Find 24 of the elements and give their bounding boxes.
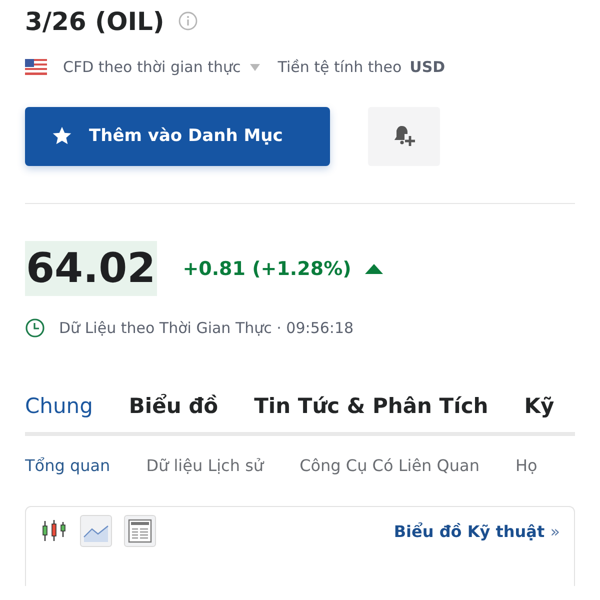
subtab[interactable]: Dữ liệu Lịch sử bbox=[146, 450, 264, 481]
clock-icon bbox=[25, 318, 45, 338]
star-icon bbox=[51, 125, 73, 147]
tab[interactable]: Chung bbox=[25, 384, 93, 432]
subtab[interactable]: Tổng quan bbox=[25, 450, 110, 481]
technical-chart-link[interactable]: Biểu đồ Kỹ thuật » bbox=[394, 522, 560, 540]
add-alert-button[interactable] bbox=[368, 106, 440, 166]
tab[interactable]: Kỹ bbox=[524, 384, 554, 432]
flag-icon bbox=[25, 59, 47, 75]
currency-code: USD bbox=[410, 58, 446, 76]
price-value: 64.02 bbox=[25, 241, 157, 296]
caret-icon bbox=[250, 64, 260, 70]
currency-label: Tiền tệ tính theo bbox=[278, 58, 402, 76]
price-change: +0.81 (+1.28%) bbox=[182, 258, 352, 280]
tab[interactable]: Biểu đồ bbox=[128, 384, 218, 432]
subtab[interactable]: Họ bbox=[515, 450, 538, 481]
table-icon[interactable] bbox=[124, 515, 156, 547]
line-chart-icon[interactable] bbox=[80, 515, 112, 547]
subtab[interactable]: Công Cụ Có Liên Quan bbox=[300, 450, 480, 481]
realtime-label: Dữ Liệu theo Thời Gian Thực · 09:56:18 bbox=[59, 319, 354, 337]
tab[interactable]: Tin Tức & Phân Tích bbox=[254, 384, 488, 432]
market-dropdown[interactable]: CFD theo thời gian thực bbox=[63, 58, 260, 76]
instrument-title: 3/26 (OIL) bbox=[25, 6, 164, 36]
add-to-watchlist-button[interactable]: Thêm vào Danh Mục bbox=[25, 106, 330, 166]
